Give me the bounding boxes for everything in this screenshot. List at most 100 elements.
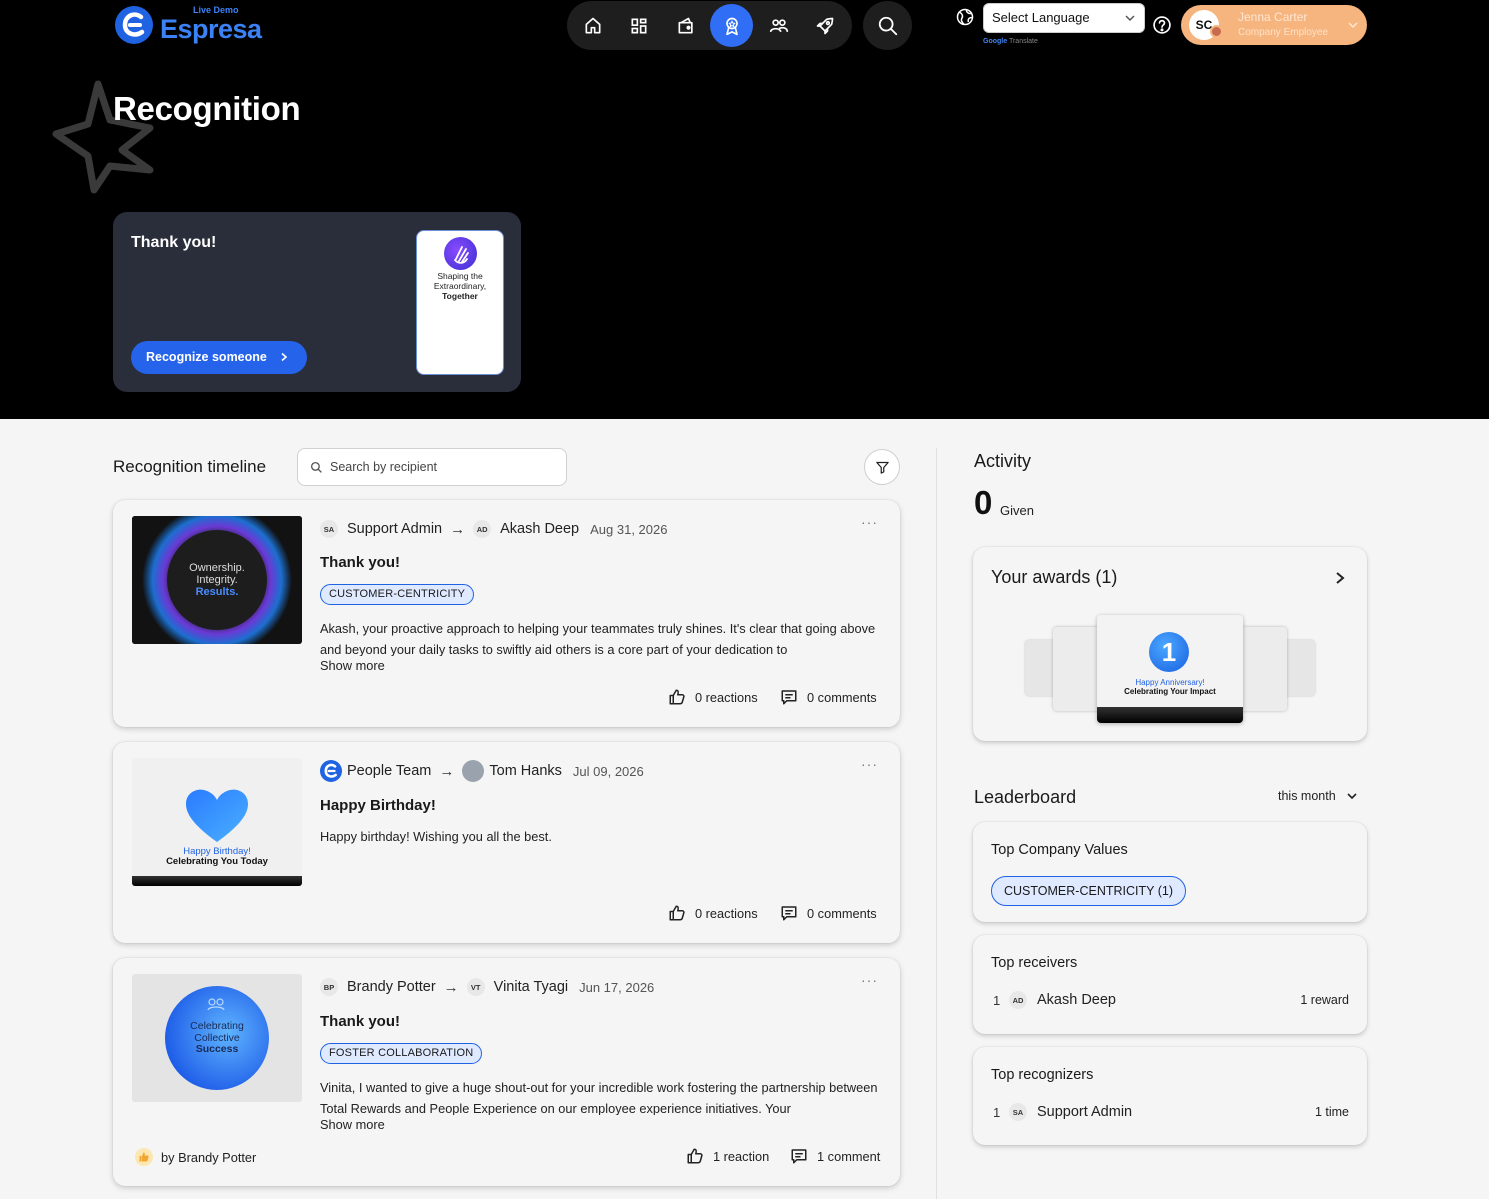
reactions-count: 1 reaction [713,1148,770,1164]
rank-number: 1 [993,992,1001,1008]
period-select[interactable]: this month [1278,789,1358,803]
recognize-someone-button[interactable]: Recognize someone [131,341,307,374]
more-options-icon[interactable]: ··· [861,514,878,530]
post-meta: SA Support Admin → AD Akash Deep Aug 31,… [320,518,667,540]
company-value-tag[interactable]: CUSTOMER-CENTRICITY [320,584,475,605]
recognition-card-preview[interactable]: Shaping the Extraordinary, Together [416,230,504,375]
award-line1: Happy Anniversary! [1135,678,1205,687]
post-image-line2: Integrity. [196,574,238,586]
recognition-post[interactable]: Happy Birthday! Celebrating You Today Pe… [113,742,900,943]
google-translate-credit[interactable]: Google Translate [983,38,1038,45]
sender-name[interactable]: People Team [347,763,431,779]
more-options-icon[interactable]: ··· [861,972,878,988]
chevron-down-icon [1348,22,1358,29]
post-card-image[interactable]: Celebrating Collective Success [132,974,302,1102]
show-more-link[interactable]: Show more [320,658,385,673]
sender-name[interactable]: Support Admin [347,521,442,537]
chevron-down-icon [1125,15,1135,22]
user-profile-menu[interactable]: SC Jenna Carter Company Employee [1181,5,1367,45]
leaderboard-row[interactable]: 1 SA Support Admin 1 time [993,1103,1349,1121]
company-value-tag[interactable]: FOSTER COLLABORATION [320,1043,483,1064]
nav-people[interactable] [757,4,800,47]
more-options-icon[interactable]: ··· [861,756,878,772]
comments-button[interactable]: 1 comment [790,1147,880,1165]
nav-dashboard[interactable] [617,4,660,47]
post-card-image[interactable]: Happy Birthday! Celebrating You Today [132,758,302,886]
award-card[interactable]: 1 Happy Anniversary! Celebrating Your Im… [1097,615,1243,723]
top-recognizers-title: Top recognizers [991,1067,1094,1083]
language-select[interactable]: Select Language [983,3,1145,33]
search-icon [310,461,322,473]
cta-title: Thank you! [131,234,217,251]
recipient-avatar: VT [466,978,485,996]
rank-number: 1 [993,1104,1001,1120]
comments-count: 0 comments [807,689,877,705]
nav-wallet[interactable] [664,4,707,47]
recipient-search[interactable] [297,448,567,486]
column-divider [936,448,937,1199]
reactions-count: 0 reactions [695,905,758,921]
recognition-post[interactable]: Ownership. Integrity. Results. SA Suppor… [113,500,900,727]
recipient-avatar [462,760,485,782]
comments-button[interactable]: 0 comments [780,904,877,922]
comments-button[interactable]: 0 comments [780,688,877,706]
post-card-image[interactable]: Ownership. Integrity. Results. [132,516,302,644]
top-value-chip[interactable]: CUSTOMER-CENTRICITY (1) [991,876,1186,906]
given-label: Given [1000,503,1034,518]
chevron-right-icon [281,352,288,362]
post-image-line2: Celebrating You Today [166,856,268,867]
reactions-button[interactable]: 0 reactions [668,904,758,922]
help-icon[interactable] [1152,15,1172,35]
post-date: Jul 09, 2026 [572,763,644,779]
award-line2: Celebrating Your Impact [1124,687,1216,696]
filter-icon [875,461,889,474]
nav-recognition[interactable] [710,4,753,47]
receiver-avatar: AD [1009,991,1027,1009]
google-label: Google [983,38,1008,45]
global-search-button[interactable] [863,1,912,50]
comments-count: 0 comments [807,905,877,921]
chevron-right-icon[interactable] [1333,571,1347,585]
period-select-value: this month [1278,789,1336,803]
brand-logo[interactable]: Live Demo Espresa [115,5,262,47]
globe-icon [956,8,974,26]
leaderboard-row[interactable]: 1 AD Akash Deep 1 reward [993,991,1349,1009]
clapping-hands-icon [444,237,477,270]
show-more-link[interactable]: Show more [320,1117,385,1132]
top-receivers-title: Top receivers [991,955,1078,971]
arrow-right-icon: → [439,762,455,780]
recipient-search-input[interactable] [330,457,550,477]
post-image-line1: Ownership. [189,562,245,574]
post-meta: People Team → Tom Hanks Jul 09, 2026 [320,760,644,782]
awards-card[interactable]: Your awards (1) 1 Happy Anniversary! Cel… [973,547,1367,741]
award-stack[interactable]: 1 Happy Anniversary! Celebrating Your Im… [1025,615,1315,725]
comment-icon [781,906,797,921]
sender-name[interactable]: Brandy Potter [347,979,436,995]
post-date: Jun 17, 2026 [579,979,655,995]
card-preview-line2: Extraordinary, [433,281,487,291]
wallet-icon [678,17,693,34]
recipient-name[interactable]: Vinita Tyagi [494,979,568,995]
reaction-by-line: by Brandy Potter [135,1148,256,1166]
filter-button[interactable] [864,449,900,485]
card-preview-text: Shaping the Extraordinary, Together [417,271,503,301]
award-text: Happy Anniversary! Celebrating Your Impa… [1097,678,1243,696]
reactions-button[interactable]: 0 reactions [668,688,758,706]
recipient-name[interactable]: Tom Hanks [489,763,562,779]
nav-rocket[interactable] [803,4,846,47]
given-count: 0 [974,484,993,521]
home-icon [585,17,600,34]
top-recognizers-card: Top recognizers 1 SA Support Admin 1 tim… [973,1047,1367,1145]
espresa-logo-icon [320,760,342,782]
nav-home[interactable] [571,4,614,47]
recipient-name[interactable]: Akash Deep [500,521,579,537]
recognition-post[interactable]: Celebrating Collective Success BP Brandy… [113,958,900,1186]
award-badge-icon: 1 [1149,632,1189,672]
post-message: Vinita, I wanted to give a huge shout-ou… [320,1080,878,1115]
post-image-line3: Success [195,1043,239,1055]
recipient-avatar: AD [473,520,492,538]
card-preview-line1: Shaping the [437,271,483,281]
avatar-photo [1210,25,1223,38]
reactions-button[interactable]: 1 reaction [686,1147,769,1165]
recognize-button-label: Recognize someone [146,350,267,364]
